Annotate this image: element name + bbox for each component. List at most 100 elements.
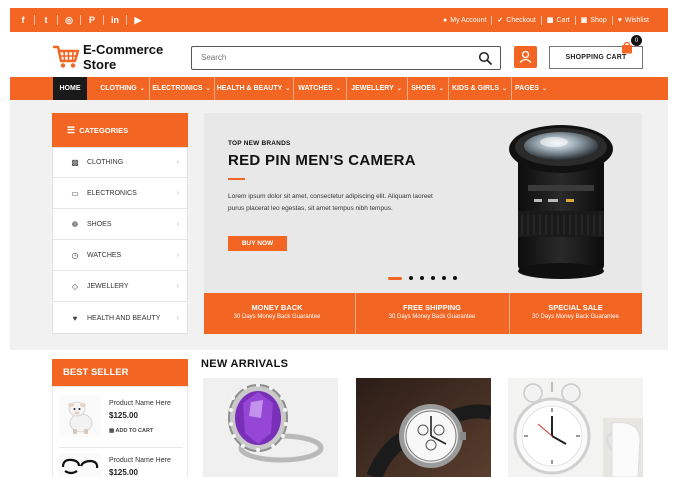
clock-icon: ◷ xyxy=(71,251,79,260)
nav-item-health-beauty[interactable]: HEALTH & BEAUTY ⌄ xyxy=(215,77,292,100)
nav-item-electronics[interactable]: ELECTRONICS ⌄ xyxy=(150,77,213,100)
diamond-icon: ◇ xyxy=(71,282,79,291)
chevron-down-icon: ⌄ xyxy=(502,86,508,92)
category-item-electronics[interactable]: ▭ ELECTRONICS › xyxy=(53,179,187,209)
nav-item-kids-girls[interactable]: KIDS & GIRLS ⌄ xyxy=(449,77,510,100)
slide-dot-4[interactable] xyxy=(431,276,435,280)
category-item-clothing[interactable]: ▩ CLOTHING › xyxy=(53,148,187,178)
slide-dot-1[interactable] xyxy=(388,276,402,280)
slider-dots xyxy=(388,274,457,282)
category-label: ELECTRONICS xyxy=(87,190,137,197)
product-name[interactable]: Product Name Here xyxy=(109,457,171,464)
hero-description: Lorem ipsum dolor sit amet, consectetur … xyxy=(228,193,433,212)
nav-item-home[interactable]: HOME xyxy=(53,77,87,100)
category-item-health-beauty[interactable]: ♥ HEALTH AND BEAUTY › xyxy=(53,303,187,333)
category-item-shoes[interactable]: ❁ SHOES › xyxy=(53,210,187,240)
best-seller-header: BEST SELLER xyxy=(52,359,188,386)
facebook-icon[interactable]: f xyxy=(12,8,34,32)
user-icon: ● xyxy=(443,16,448,24)
cart-icon: ▩ xyxy=(109,428,115,434)
logo-line2: Store xyxy=(83,57,117,72)
nav-label: JEWELLERY xyxy=(351,85,394,92)
product-image-ring[interactable] xyxy=(203,378,338,477)
product-image-plush-goat[interactable] xyxy=(59,395,101,437)
category-label: SHOES xyxy=(87,221,112,228)
linkedin-icon[interactable]: in xyxy=(104,8,126,32)
product-name[interactable]: Product Name Here xyxy=(109,400,171,407)
shop-label: Shop xyxy=(590,16,607,24)
feature-title: MONEY BACK xyxy=(251,303,303,312)
categories-title: CATEGORIES xyxy=(79,125,129,135)
wishlist-label: Wishlist xyxy=(624,16,649,24)
slide-dot-6[interactable] xyxy=(453,276,457,280)
cart-count-badge: 0 xyxy=(631,35,642,46)
nav-item-watches[interactable]: WATCHES ⌄ xyxy=(294,77,345,100)
checkout-link[interactable]: ✓ Checkout xyxy=(492,16,540,25)
product-price: $125.00 xyxy=(109,468,138,477)
nav-label: WATCHES xyxy=(298,85,333,92)
nav-item-clothing[interactable]: CLOTHING ⌄ xyxy=(98,77,147,100)
category-item-watches[interactable]: ◷ WATCHES › xyxy=(53,241,187,271)
product-image-watch[interactable] xyxy=(356,378,491,477)
twitter-icon[interactable]: t xyxy=(35,8,57,32)
youtube-icon[interactable]: ▶ xyxy=(127,8,149,32)
shopping-cart-label: SHOPPING CART xyxy=(565,54,627,61)
cart-link[interactable]: ▩ Cart xyxy=(542,16,575,25)
cart-label: Cart xyxy=(556,16,570,24)
clothing-icon: ▩ xyxy=(71,158,79,167)
slide-dot-5[interactable] xyxy=(442,276,446,280)
logo-line1: E-Commerce xyxy=(83,42,164,57)
camera-lens-image xyxy=(509,125,613,279)
buy-now-button[interactable]: BUY NOW xyxy=(228,236,287,251)
chevron-down-icon: ⌄ xyxy=(438,86,444,92)
heart-icon: ♥ xyxy=(617,16,622,24)
nav-label: PAGES xyxy=(514,85,539,92)
search-box xyxy=(191,46,501,70)
feature-special-sale: SPECIAL SALE 30 Days Money Back Guarante… xyxy=(509,293,642,334)
instagram-icon[interactable]: ◎ xyxy=(58,8,80,32)
nav-item-shoes[interactable]: SHOES ⌄ xyxy=(408,77,447,100)
add-to-cart-label: ADD TO CART xyxy=(115,428,154,434)
hero-title: RED PIN MEN'S CAMERA xyxy=(228,152,416,169)
product-image-sunglasses[interactable] xyxy=(59,453,101,477)
best-seller-list: Product Name Here $125.00 ▩ ADD TO CART … xyxy=(52,386,188,477)
slide-dot-2[interactable] xyxy=(409,276,413,280)
feature-title: SPECIAL SALE xyxy=(548,303,603,312)
category-label: CLOTHING xyxy=(87,159,124,166)
nav-item-jewellery[interactable]: JEWELLERY ⌄ xyxy=(347,77,406,100)
chevron-down-icon: ⌄ xyxy=(335,86,341,92)
nav-label: SHOES xyxy=(411,85,436,92)
feature-free-shipping: FREE SHIPPING 30 Days Money Back Guarant… xyxy=(355,293,509,334)
chevron-right-icon: › xyxy=(176,159,179,166)
feature-title: FREE SHIPPING xyxy=(403,303,461,312)
my-account-link[interactable]: ● My Account xyxy=(438,17,491,24)
chevron-right-icon: › xyxy=(176,190,179,197)
nav-label: ELECTRONICS xyxy=(152,85,203,92)
logo-text[interactable]: E-Commerce Store xyxy=(83,42,163,72)
checkout-label: Checkout xyxy=(506,16,536,24)
slide-dot-3[interactable] xyxy=(420,276,424,280)
feature-strip: MONEY BACK 30 Days Money Back Guarantee … xyxy=(204,293,642,334)
chevron-right-icon: › xyxy=(176,314,179,322)
category-label: HEALTH AND BEAUTY xyxy=(87,314,161,322)
nav-label: CLOTHING xyxy=(100,85,137,92)
shop-link[interactable]: ▣ Shop xyxy=(576,16,612,25)
search-icon[interactable] xyxy=(478,51,492,65)
pinterest-icon[interactable]: P xyxy=(81,8,103,32)
category-item-jewellery[interactable]: ◇ JEWELLERY › xyxy=(53,272,187,302)
chevron-right-icon: › xyxy=(176,221,179,228)
cart-icon: ▩ xyxy=(546,17,554,24)
add-to-cart-button[interactable]: ▩ ADD TO CART xyxy=(109,428,153,434)
nav-item-pages[interactable]: PAGES ⌄ xyxy=(512,77,550,100)
hero-subtitle: TOP NEW BRANDS xyxy=(228,140,291,147)
search-input[interactable] xyxy=(192,47,462,68)
user-account-button[interactable] xyxy=(514,46,537,68)
cart-logo-icon[interactable] xyxy=(52,42,80,70)
chevron-right-icon: › xyxy=(176,283,179,290)
new-arrivals-title: NEW ARRIVALS xyxy=(201,358,289,370)
chevron-down-icon: ⌄ xyxy=(285,86,291,92)
wishlist-link[interactable]: ♥ Wishlist xyxy=(613,17,654,24)
categories-header[interactable]: ☰ CATEGORIES xyxy=(52,113,188,147)
divider xyxy=(59,447,183,448)
product-image-alarm-clock[interactable] xyxy=(508,378,643,477)
